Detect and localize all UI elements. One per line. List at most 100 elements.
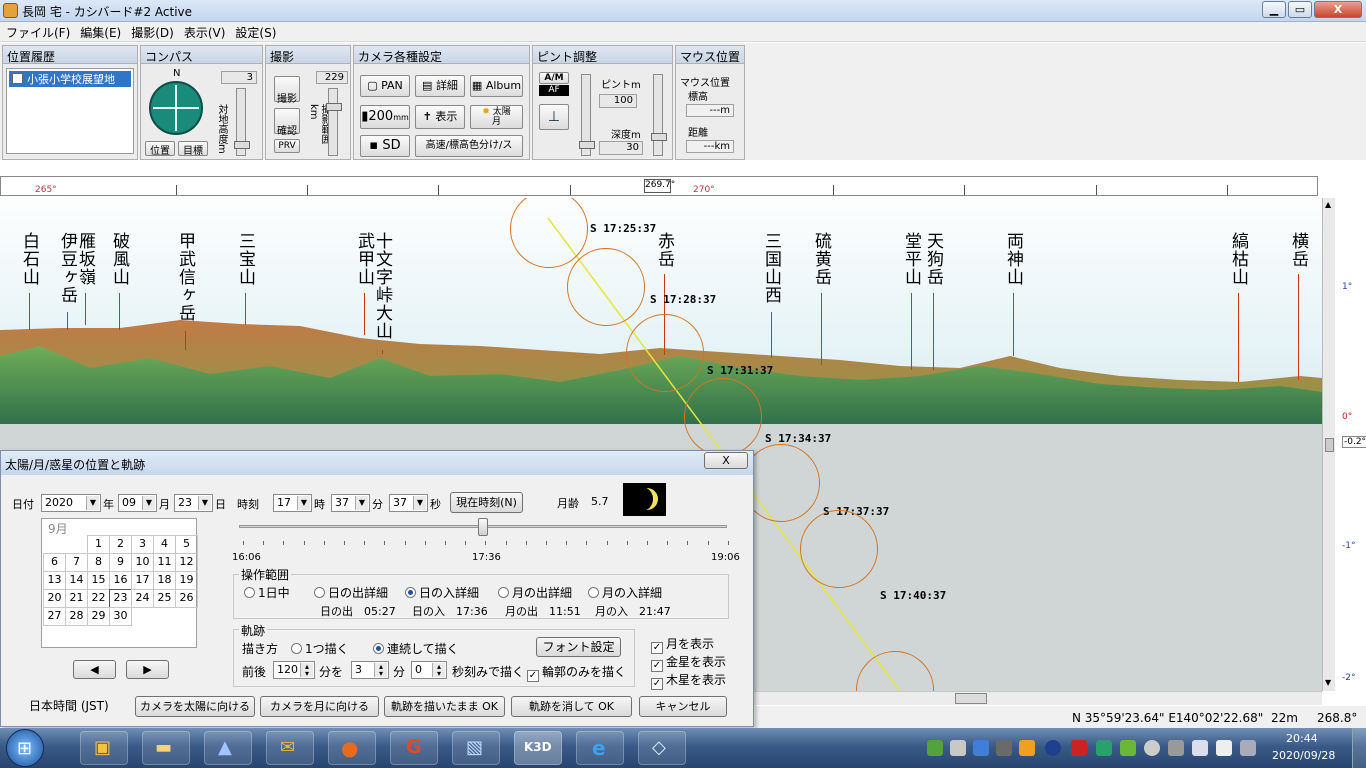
target-button[interactable]: 目標 <box>178 141 208 157</box>
pan-button[interactable]: ▢ PAN <box>360 75 410 97</box>
calendar-day[interactable]: 20 <box>43 589 66 608</box>
hour-select[interactable]: 17 ▼ <box>273 494 312 512</box>
depth-slider[interactable] <box>651 74 667 156</box>
menu-view[interactable]: 表示(V) <box>178 22 230 41</box>
compass-dial[interactable] <box>149 81 203 135</box>
calendar-day[interactable]: 26 <box>175 589 198 608</box>
height-slider[interactable] <box>234 88 250 156</box>
radio-sunrise[interactable]: 日の出詳細 <box>314 584 388 601</box>
month-select[interactable]: 09 ▼ <box>118 494 157 512</box>
tray-icon-4[interactable] <box>996 740 1012 756</box>
history-item[interactable]: 小張小学校展望地 <box>9 71 131 87</box>
calendar-day[interactable]: 2 <box>109 535 132 554</box>
tray-icon-11[interactable] <box>1168 740 1184 756</box>
range-spinner[interactable]: 120 ▴ ▾ <box>273 661 315 679</box>
taskbar-app-1[interactable]: ▣ <box>80 731 128 765</box>
taskbar-k3d[interactable]: K3D <box>514 731 562 765</box>
scroll-down-icon[interactable]: ▼ <box>1325 678 1331 687</box>
prv-button[interactable]: PRV <box>274 139 300 153</box>
focus-left-slider[interactable] <box>579 74 595 156</box>
tray-icon-2[interactable] <box>950 740 966 756</box>
minute-select[interactable]: 37 ▼ <box>331 494 370 512</box>
close-button[interactable]: X <box>1314 1 1362 18</box>
focus-target-button[interactable]: ⊥ <box>539 104 569 130</box>
calendar-day[interactable]: 21 <box>65 589 88 608</box>
calendar-day[interactable]: 13 <box>43 571 66 590</box>
compass-ruler[interactable]: 265° 269.7° 270° <box>0 176 1318 196</box>
network-icon[interactable] <box>1240 740 1256 756</box>
prev-month-button[interactable]: ◀ <box>73 660 116 679</box>
calendar-day[interactable]: 18 <box>153 571 176 590</box>
tray-icon-6[interactable] <box>1045 740 1061 756</box>
calendar-day[interactable]: 16 <box>109 571 132 590</box>
calendar-day[interactable]: 17 <box>131 571 154 590</box>
radio-all-day[interactable]: 1日中 <box>244 584 290 601</box>
focal-length-button[interactable]: ▮200mm <box>360 105 410 129</box>
taskbar-app-g[interactable]: G <box>390 731 438 765</box>
calendar-day[interactable]: 15 <box>87 571 110 590</box>
calendar-day[interactable]: 10 <box>131 553 154 572</box>
calendar-day[interactable]: 12 <box>175 553 198 572</box>
sd-button[interactable]: ▪ SD <box>360 135 410 157</box>
calendar[interactable]: 9月 1 2 3 4 5 6 7 8 9 10 11 12 13 14 15 16 17 18 19 20 21 22 23… <box>41 518 198 648</box>
menu-edit[interactable]: 編集(E) <box>74 22 125 41</box>
height-slider-thumb[interactable] <box>234 141 250 149</box>
detail-button[interactable]: ▤ 詳細 <box>415 75 465 97</box>
radio-draw-continuous[interactable]: 連続して描く <box>373 640 459 657</box>
position-button[interactable]: 位置 <box>145 141 175 157</box>
taskbar-app-10[interactable]: ◇ <box>638 731 686 765</box>
calendar-day[interactable]: 14 <box>65 571 88 590</box>
tray-icon-3[interactable] <box>973 740 989 756</box>
scroll-up-icon[interactable]: ▲ <box>1325 200 1331 209</box>
calendar-day[interactable]: 23 <box>109 589 132 608</box>
confirm-button[interactable]: 確認 <box>274 108 300 137</box>
clock-date[interactable]: 2020/09/28 <box>1272 749 1335 762</box>
taskbar-mail[interactable]: ✉ <box>266 731 314 765</box>
calendar-day[interactable]: 22 <box>87 589 110 608</box>
am-button[interactable]: A/M <box>539 72 569 84</box>
point-moon-button[interactable]: カメラを月に向ける <box>260 696 379 717</box>
time-slider-thumb[interactable] <box>478 518 488 536</box>
show-jupiter-checkbox[interactable]: ✓ 木星を表示 <box>651 671 726 690</box>
tray-icon-8[interactable] <box>1096 740 1112 756</box>
radio-moonset[interactable]: 月の入詳細 <box>588 584 662 601</box>
second-spinner[interactable]: 0 ▴ ▾ <box>411 661 447 679</box>
second-select[interactable]: 37 ▼ <box>389 494 428 512</box>
vertical-scroll-thumb[interactable] <box>1325 438 1334 452</box>
radio-moonrise[interactable]: 月の出詳細 <box>498 584 572 601</box>
ok-clear-track-button[interactable]: 軌跡を消して OK <box>511 696 632 717</box>
depth-slider-thumb[interactable] <box>651 133 667 141</box>
tray-icon-10[interactable] <box>1144 740 1160 756</box>
taskbar-app-3[interactable]: ▲ <box>204 731 252 765</box>
display-button[interactable]: ✝ 表示 <box>415 105 465 129</box>
show-moon-checkbox[interactable]: ✓ 月を表示 <box>651 635 714 654</box>
focus-left-thumb[interactable] <box>579 141 595 149</box>
calendar-day[interactable]: 9 <box>109 553 132 572</box>
taskbar-explorer[interactable]: ▬ <box>142 731 190 765</box>
range-slider[interactable] <box>326 88 342 156</box>
minimize-button[interactable]: ▁ <box>1262 1 1286 18</box>
day-select[interactable]: 23 ▼ <box>174 494 213 512</box>
start-button[interactable]: ⊞ <box>6 729 44 767</box>
range-slider-thumb[interactable] <box>326 103 342 111</box>
tray-icon-1[interactable] <box>927 740 943 756</box>
calendar-day[interactable]: 11 <box>153 553 176 572</box>
step-spinner[interactable]: 3 ▴ ▾ <box>351 661 389 679</box>
history-list[interactable]: 小張小学校展望地 <box>6 68 134 154</box>
radio-draw-once[interactable]: 1つ描く <box>291 640 349 657</box>
horizontal-scroll-thumb[interactable] <box>955 693 987 704</box>
sun-moon-button[interactable]: ✹ 太陽月 <box>470 105 523 129</box>
show-desktop-button[interactable] <box>1352 728 1366 768</box>
calendar-day[interactable]: 30 <box>109 607 132 626</box>
volume-icon[interactable] <box>1192 740 1208 756</box>
calendar-day[interactable]: 4 <box>153 535 176 554</box>
next-month-button[interactable]: ▶ <box>126 660 169 679</box>
maximize-button[interactable]: ▭ <box>1288 1 1312 18</box>
now-button[interactable]: 現在時刻(N) <box>450 492 523 513</box>
shoot-button[interactable]: 撮影 <box>274 76 300 105</box>
calendar-day[interactable]: 6 <box>43 553 66 572</box>
calendar-day[interactable]: 8 <box>87 553 110 572</box>
calendar-day[interactable]: 19 <box>175 571 198 590</box>
font-settings-button[interactable]: フォント設定 <box>536 637 621 657</box>
calendar-day[interactable]: 28 <box>65 607 88 626</box>
